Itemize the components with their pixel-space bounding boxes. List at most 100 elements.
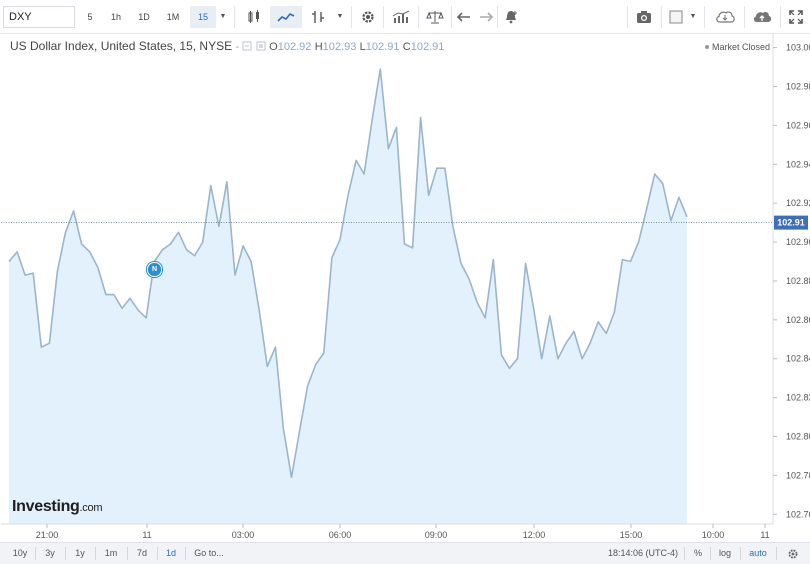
percent-scale-button[interactable]: % (688, 543, 708, 564)
toolbar-divider (234, 6, 235, 28)
auto-scale-button[interactable]: auto (744, 543, 772, 564)
interval-5m-button[interactable]: 5 (80, 6, 100, 28)
top-toolbar: DXY 5 1h 1D 1M 15 ▼ ▼ ▼ (0, 0, 810, 34)
y-tick-label: 102.84 (786, 354, 810, 364)
x-tick-label: 12:00 (523, 530, 546, 540)
news-marker[interactable]: N (147, 262, 162, 277)
candles-icon[interactable] (240, 6, 268, 28)
symbol-input[interactable]: DXY (3, 6, 75, 28)
bottom-divider (95, 547, 96, 560)
high-label: H (314, 41, 323, 53)
x-tick-label: 10:00 (702, 530, 725, 540)
investing-logo: Investing.com (12, 498, 102, 516)
y-tick-label: 102.76 (786, 509, 810, 519)
legend-separator: - (235, 41, 240, 53)
alert-icon[interactable] (500, 6, 522, 28)
open-value: 102.92 (277, 41, 312, 53)
bottom-divider (65, 547, 66, 560)
log-scale-button[interactable]: log (713, 543, 737, 564)
compare-scale-icon[interactable] (420, 6, 450, 28)
range-1y-button[interactable]: 1y (68, 543, 92, 564)
bottom-bar: 10y 3y 1y 1m 7d 1d Go to... 18:14:06 (UT… (0, 542, 810, 564)
bottom-divider (35, 547, 36, 560)
indicators-icon[interactable] (386, 6, 416, 28)
low-value: 102.91 (365, 41, 400, 53)
bottom-divider (684, 547, 685, 560)
bottom-divider (185, 547, 186, 560)
x-tick-label: 21:00 (36, 530, 59, 540)
y-tick-label: 102.88 (786, 276, 810, 286)
x-tick-label: 09:00 (425, 530, 448, 540)
cloud-save-icon[interactable] (708, 6, 742, 28)
close-value: 102.91 (410, 41, 445, 53)
toolbar-divider (418, 6, 419, 28)
legend-hide-icon[interactable] (256, 41, 266, 51)
redo-icon[interactable] (476, 6, 496, 28)
y-tick-label: 103.00 (786, 43, 810, 53)
y-tick-label: 102.92 (786, 198, 810, 208)
bottom-divider (740, 547, 741, 560)
y-tick-label: 102.78 (786, 470, 810, 480)
y-tick-label: 102.82 (786, 393, 810, 403)
undo-icon[interactable] (454, 6, 474, 28)
bottom-divider (776, 547, 777, 560)
logo-brand: Investing (12, 498, 80, 515)
cloud-upload-icon[interactable] (746, 6, 778, 28)
legend-settings-icon[interactable] (242, 41, 252, 51)
interval-1d-button[interactable]: 1D (132, 6, 156, 28)
y-tick-label: 102.80 (786, 432, 810, 442)
toolbar-divider (497, 6, 498, 28)
range-7d-button[interactable]: 7d (130, 543, 154, 564)
time-axis[interactable]: 21:00 11 03:00 06:00 09:00 12:00 15:00 10:00 11 (36, 524, 770, 540)
x-tick-label: 06:00 (329, 530, 352, 540)
y-tick-label: 102.86 (786, 315, 810, 325)
toolbar-divider (383, 6, 384, 28)
x-tick-label: 15:00 (620, 530, 643, 540)
interval-15-button[interactable]: 15 (190, 6, 216, 28)
range-10y-button[interactable]: 10y (8, 543, 32, 564)
current-price-label: 102.91 (777, 218, 805, 228)
color-square-icon[interactable] (664, 6, 688, 28)
range-1m-button[interactable]: 1m (98, 543, 124, 564)
settings-gear-icon[interactable] (354, 6, 382, 28)
camera-icon[interactable] (630, 6, 658, 28)
line-chart-icon[interactable] (270, 6, 302, 28)
toolbar-divider (627, 6, 628, 28)
toolbar-divider (780, 6, 781, 28)
range-1d-button[interactable]: 1d (160, 543, 182, 564)
status-dot-icon (704, 45, 709, 49)
y-tick-label: 102.90 (786, 237, 810, 247)
interval-dropdown-icon[interactable]: ▼ (216, 6, 230, 28)
interval-1h-button[interactable]: 1h (104, 6, 128, 28)
range-3y-button[interactable]: 3y (38, 543, 62, 564)
y-tick-label: 102.96 (786, 120, 810, 130)
close-label: C (402, 41, 411, 53)
logo-suffix: .com (79, 502, 103, 514)
color-dropdown-icon[interactable]: ▼ (686, 6, 700, 28)
fullscreen-icon[interactable] (783, 6, 809, 28)
legend-title: US Dollar Index, United States, 15, NYSE (10, 39, 233, 53)
open-label: O (269, 41, 278, 53)
chart-type-dropdown-icon[interactable]: ▼ (333, 6, 347, 28)
chart-legend: US Dollar Index, United States, 15, NYSE… (10, 39, 444, 53)
x-tick-label: 11 (142, 530, 151, 540)
y-tick-label: 102.98 (786, 82, 810, 92)
bottom-divider (127, 547, 128, 560)
price-chart[interactable]: 103.00 102.98 102.96 102.94 102.92 102.90 102.… (0, 34, 810, 542)
bottom-settings-icon[interactable] (780, 543, 806, 564)
server-time: 18:14:06 (UTC-4) (607, 548, 679, 558)
toolbar-divider (704, 6, 705, 28)
news-marker-label: N (151, 266, 158, 273)
bars-icon[interactable] (304, 6, 332, 28)
market-status: Market Closed (704, 42, 770, 52)
x-tick-label: 03:00 (232, 530, 255, 540)
high-value: 102.93 (322, 41, 357, 53)
bottom-divider (157, 547, 158, 560)
bottom-divider (710, 547, 711, 560)
goto-date-button[interactable]: Go to... (188, 543, 230, 564)
interval-1m-button[interactable]: 1M (160, 6, 186, 28)
toolbar-divider (661, 6, 662, 28)
toolbar-divider (351, 6, 352, 28)
price-axis[interactable]: 103.00 102.98 102.96 102.94 102.92 102.90 102.… (773, 43, 810, 520)
toolbar-divider (744, 6, 745, 28)
